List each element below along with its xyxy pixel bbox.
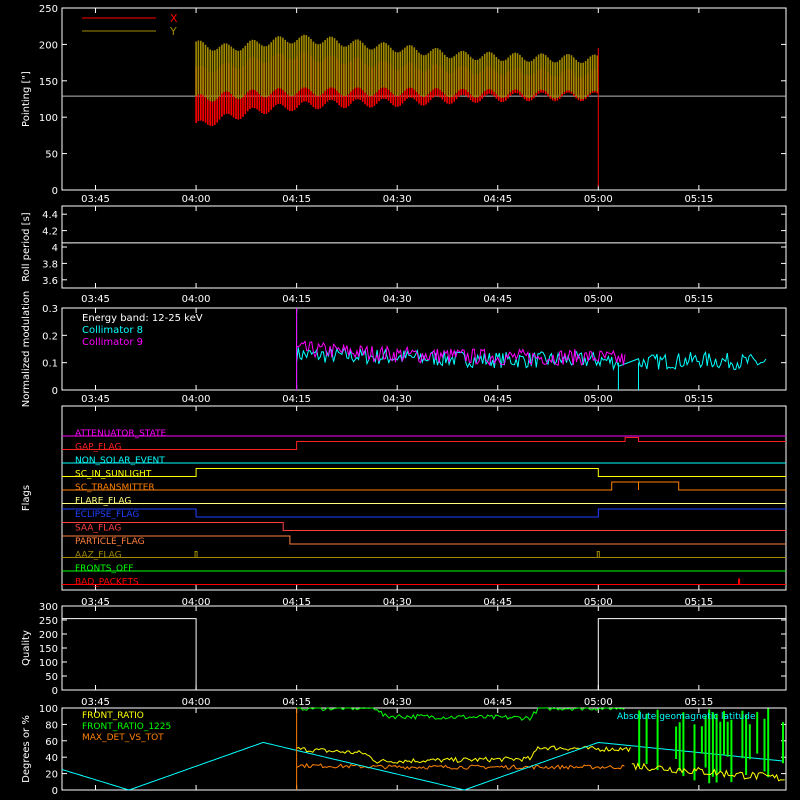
roll-ytick-label: 4 (52, 243, 58, 254)
flag-label: NON_SOLAR_EVENT (75, 456, 165, 466)
ratios-ytick-label: 20 (45, 770, 58, 781)
modulation-xtick-label: 04:45 (483, 394, 512, 405)
modulation-ylabel: Normalized modulation (21, 291, 32, 408)
flag-label: ATTENUATOR_STATE (75, 429, 167, 439)
roll-ytick-label: 4.4 (42, 210, 58, 221)
quality-ytick-label: 0 (52, 686, 58, 697)
flag-label: PARTICLE_FLAG (75, 537, 145, 547)
ratios-ytick-label: 60 (45, 737, 58, 748)
modulation-xtick-label: 04:30 (383, 394, 412, 405)
flag-label: FLARE_FLAG (75, 497, 131, 507)
quality-xtick-label: 04:30 (383, 697, 412, 708)
quality-ytick-label: 200 (39, 630, 58, 641)
roll-ylabel: Roll period [s] (21, 212, 32, 281)
quality-ylabel: Quality (21, 630, 32, 666)
roll-xtick-label: 04:15 (282, 294, 311, 305)
pointing-ytick-label: 100 (39, 113, 58, 124)
ratios-legend-label: FRONT_RATIO_1225 (82, 722, 171, 732)
quality-xtick-label: 04:00 (182, 697, 211, 708)
pointing-xtick-label: 04:45 (483, 194, 512, 205)
roll-xtick-label: 04:00 (182, 294, 211, 305)
modulation-ytick-label: 0.3 (42, 304, 58, 315)
pointing-ytick-label: 150 (39, 77, 58, 88)
pointing-xtick-label: 05:00 (584, 194, 613, 205)
ratios-ytick-label: 80 (45, 720, 58, 731)
quality-xtick-label: 04:15 (282, 697, 311, 708)
roll-xtick-label: 04:45 (483, 294, 512, 305)
modulation-xtick-label: 04:15 (282, 394, 311, 405)
modulation-legend-label: Collimator 9 (82, 337, 143, 348)
ratios-ytick-label: 100 (39, 704, 58, 715)
ratios-ylabel: Degrees or % (21, 715, 32, 783)
flag-label: SC_TRANSMITTER (75, 483, 155, 493)
flag-label: AAZ_FLAG (75, 551, 122, 561)
flag-label: BAD_PACKETS (75, 578, 139, 588)
flag-label: ECLIPSE_FLAG (75, 510, 139, 520)
quality-ytick-label: 250 (39, 616, 58, 627)
modulation-xtick-label: 05:15 (684, 394, 713, 405)
roll-xtick-label: 04:30 (383, 294, 412, 305)
modulation-ytick-label: 0.2 (42, 331, 58, 342)
quality-ytick-label: 150 (39, 644, 58, 655)
flag-label: SC_IN_SUNLIGHT (75, 470, 152, 480)
roll-xtick-label: 05:15 (684, 294, 713, 305)
ratios-legend-label: MAX_DET_VS_TOT (82, 733, 164, 743)
pointing-xtick-label: 04:15 (282, 194, 311, 205)
quality-xtick-label: 05:00 (584, 697, 613, 708)
ratios-ytick-label: 40 (45, 753, 58, 764)
pointing-ytick-label: 250 (39, 4, 58, 15)
pointing-xtick-label: 04:00 (182, 194, 211, 205)
roll-xtick-label: 03:45 (81, 294, 110, 305)
modulation-ytick-label: 0 (52, 386, 58, 397)
quality-ytick-label: 100 (39, 658, 58, 669)
flag-label: SAA_FLAG (75, 524, 121, 534)
ratios-legend-label: FRONT_RATIO (82, 711, 144, 721)
modulation-xtick-label: 05:00 (584, 394, 613, 405)
roll-ytick-label: 3.8 (42, 259, 58, 270)
flag-label: FRONTS_OFF (75, 564, 133, 574)
pointing-legend-label: X (170, 12, 178, 25)
modulation-energy-band: Energy band: 12-25 keV (82, 313, 203, 324)
quality-xtick-label: 03:45 (81, 697, 110, 708)
pointing-ytick-label: 50 (45, 150, 58, 161)
modulation-xtick-label: 03:45 (81, 394, 110, 405)
quality-xtick-label: 05:15 (684, 697, 713, 708)
quality-xtick-label: 04:45 (483, 697, 512, 708)
pointing-ytick-label: 200 (39, 40, 58, 51)
pointing-xtick-label: 05:15 (684, 194, 713, 205)
quality-ytick-label: 300 (39, 602, 58, 613)
roll-xtick-label: 05:00 (584, 294, 613, 305)
pointing-ytick-label: 0 (52, 186, 58, 197)
roll-ytick-label: 3.6 (42, 276, 58, 287)
modulation-xtick-label: 04:00 (182, 394, 211, 405)
pointing-xtick-label: 04:30 (383, 194, 412, 205)
ratios-latitude-annotation: Absolute geomagnetic latitude (617, 712, 756, 722)
pointing-ylabel: Pointing ["] (21, 71, 32, 127)
roll-ytick-label: 4.2 (42, 227, 58, 238)
modulation-legend-label: Collimator 8 (82, 325, 143, 336)
flags-ylabel: Flags (21, 485, 32, 511)
hessi-quicklook-figure: 03:45 04:00 04:15 04:30 04:45 05:00 05:15 Point… (0, 0, 800, 800)
pointing-xtick-label: 03:45 (81, 194, 110, 205)
ratios-ytick-label: 0 (52, 786, 58, 797)
quality-ytick-label: 50 (45, 672, 58, 683)
pointing-legend-label: Y (169, 25, 177, 38)
modulation-ytick-label: 0.1 (42, 359, 58, 370)
flag-label: GAP_FLAG (75, 443, 121, 453)
